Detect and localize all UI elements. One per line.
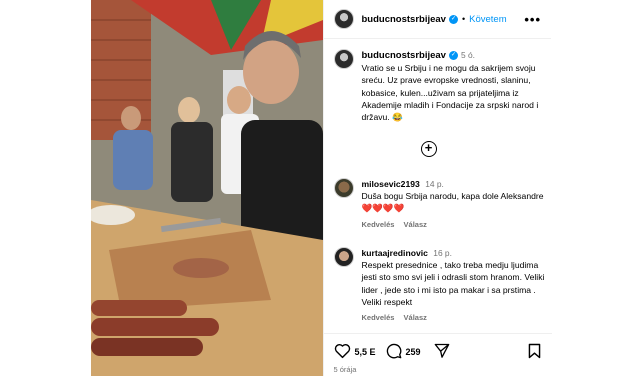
photo-scene [91,0,323,376]
comment-actions: Kedvelés Válasz [362,219,552,231]
action-bar: 5,5 E 259 5 órája [323,333,552,376]
comment-item: kurtaajredinovic 16 p. Respekt presednic… [333,247,552,324]
author-username[interactable]: buducnostsrbijeav [362,14,446,25]
bookmark-icon[interactable] [528,343,541,359]
verified-badge-icon: ✓ [448,14,458,24]
caption-time: 5 ó. [460,50,475,60]
comment-text: Duša bogu Srbija narodu, kapa dole Aleks… [361,191,544,214]
comment-reply-button[interactable]: Válasz [404,313,427,322]
post-panel: buducnostsrbijeav ✓ • Követem ••• buducn… [322,0,552,376]
share-icon[interactable] [434,343,450,358]
post-modal: buducnostsrbijeav ✓ • Követem ••• buducn… [91,0,552,376]
comment-like-button[interactable]: Kedvelés [362,313,395,322]
caption-text: Vratio se u Srbiju i ne mogu da sakrijem… [361,63,539,123]
comment-text: Respekt presednice , tako treba medju lj… [361,260,545,307]
post-header: buducnostsrbijeav ✓ • Követem ••• [323,0,551,39]
comment-count[interactable]: 259 [406,347,421,357]
comment-time: 14 p. [425,179,444,189]
heart-icon[interactable] [334,343,351,359]
caption-avatar[interactable] [333,49,354,69]
comment-like-button[interactable]: Kedvelés [362,220,395,229]
separator-dot: • [461,14,466,24]
like-count[interactable]: 5,5 E [355,347,376,357]
comment-reply-button[interactable]: Válasz [404,220,427,229]
author-avatar[interactable] [333,9,354,29]
posted-ago: 5 órája [333,365,357,374]
comment-avatar[interactable] [333,247,354,267]
add-comment-plus-icon[interactable]: + [420,141,437,157]
comment-icon[interactable] [386,343,402,359]
follow-button[interactable]: Követem [469,14,507,25]
comment-username[interactable]: milosevic2193 [362,179,420,189]
more-options-icon[interactable]: ••• [524,12,541,27]
caption-block: buducnostsrbijeav ✓ 5 ó. Vratio se u Srbij… [324,39,552,123]
comment-actions: Kedvelés Válasz [362,312,552,324]
comment-username[interactable]: kurtaajredinovic [362,248,428,258]
comment-item: milosevic2193 14 p. Duša bogu Srbija nar… [333,178,552,231]
comment-time: 16 p. [433,248,452,258]
caption-text-wrap: buducnostsrbijeav ✓ 5 ó. Vratio se u Srbij… [362,49,542,123]
verified-badge-icon: ✓ [448,51,458,61]
caption-username[interactable]: buducnostsrbijeav [362,50,446,61]
post-photo[interactable] [91,0,323,376]
comment-avatar[interactable] [333,178,354,198]
